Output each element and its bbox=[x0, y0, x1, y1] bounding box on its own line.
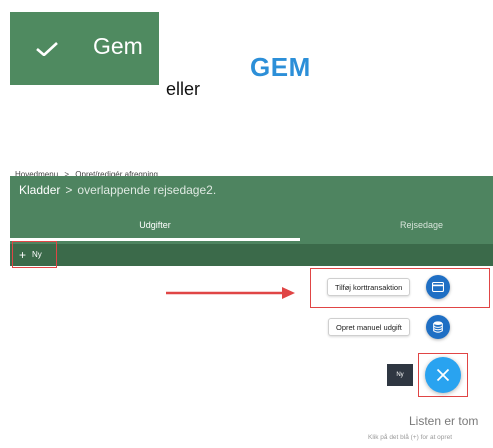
connector-text: eller bbox=[166, 79, 201, 99]
tab-udgifter[interactable]: Udgifter bbox=[10, 220, 300, 240]
tab-rejsedage[interactable]: Rejsedage bbox=[400, 220, 493, 240]
stage: Gem eller GEM Hovedmenu > Opret/redigér … bbox=[0, 0, 493, 448]
database-icon bbox=[433, 321, 443, 333]
new-button-label: Ny bbox=[32, 250, 42, 259]
new-tooltip: Ny bbox=[387, 364, 413, 386]
plus-icon: + bbox=[19, 247, 27, 262]
gem-button-example[interactable]: Gem bbox=[10, 12, 159, 85]
credit-card-icon bbox=[432, 282, 444, 292]
gem-text-button-example[interactable]: GEM bbox=[250, 52, 311, 83]
page-title: Kladder > overlappende rejsedage2. bbox=[19, 183, 216, 197]
close-icon bbox=[436, 368, 450, 382]
empty-state-hint: Klik på det blå (+) for at opret bbox=[368, 434, 453, 441]
check-icon bbox=[36, 42, 58, 56]
add-card-transaction-button[interactable] bbox=[426, 275, 450, 299]
page-title-sub: overlappende rejsedage2. bbox=[77, 183, 217, 197]
create-manual-expense-label[interactable]: Opret manuel udgift bbox=[328, 318, 410, 336]
page-title-main[interactable]: Kladder bbox=[19, 183, 60, 197]
fab-close-button[interactable] bbox=[425, 357, 461, 393]
page-title-separator: > bbox=[65, 183, 73, 197]
create-manual-expense-button[interactable] bbox=[426, 315, 450, 339]
new-button[interactable]: + Ny bbox=[12, 241, 57, 268]
empty-state-title: Listen er tom bbox=[409, 414, 479, 428]
toolbar bbox=[10, 244, 493, 266]
add-card-transaction-label[interactable]: Tilføj korttransaktion bbox=[327, 278, 411, 296]
gem-button-label: Gem bbox=[93, 33, 143, 59]
arrow-right-icon bbox=[166, 287, 295, 299]
